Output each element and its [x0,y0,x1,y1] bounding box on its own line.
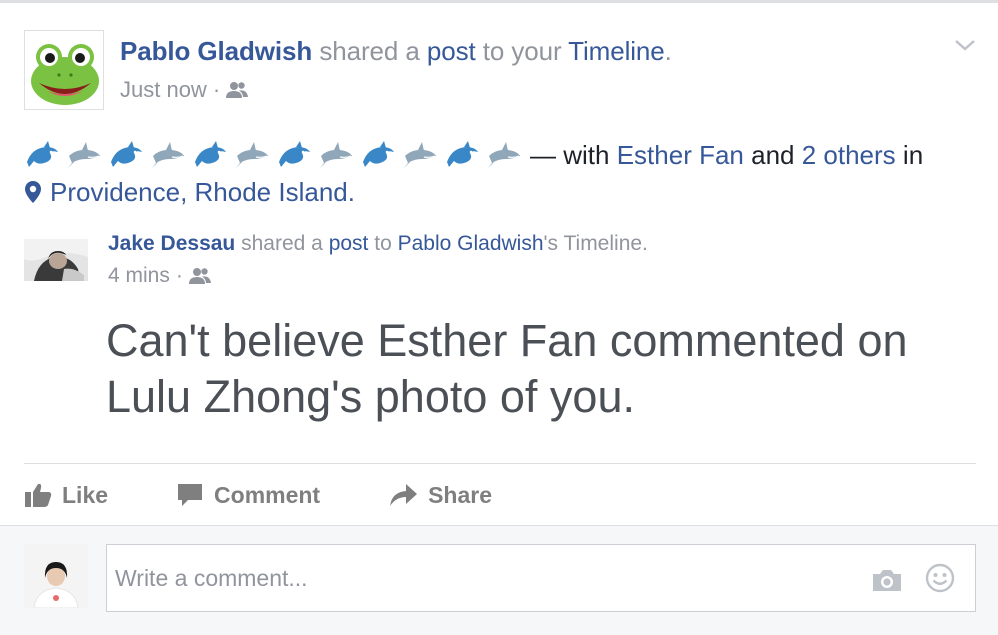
friends-icon[interactable] [226,81,249,99]
comment-label: Comment [214,481,321,508]
action-divider [24,463,976,464]
to-your-text: to your [482,36,562,66]
shared-author-avatar[interactable] [24,239,88,281]
dolphin-icon [111,141,142,167]
profile-photo-image [24,239,88,281]
tagged-person-link[interactable]: Esther Fan [617,140,744,171]
shared-post-link[interactable]: post [329,232,369,255]
shark-icon [152,142,184,168]
shared-author-link[interactable]: Jake Dessau [108,232,235,255]
thumbs-up-icon [25,483,52,507]
share-label: Share [428,481,493,508]
meta-separator: · [175,264,183,287]
dolphin-icon [27,141,58,167]
location-line: Providence, Rhode Island. [24,175,355,209]
feed-story-card: Pablo Gladwish shared a post to your Tim… [0,0,998,635]
shared-target-link[interactable]: Pablo Gladwish [398,232,544,255]
shared-post-meta: 4 mins · [108,264,211,288]
dolphin-icon [195,141,226,167]
camera-icon[interactable] [871,567,903,593]
comment-composer [0,525,998,635]
comment-input[interactable] [115,559,855,597]
and-text: and [751,139,795,170]
shark-icon [404,142,436,168]
author-name-link[interactable]: Pablo Gladwish [120,36,312,66]
share-button[interactable]: Share [388,482,492,509]
dolphin-icon [447,141,478,167]
post-link[interactable]: post [427,36,476,66]
shark-icon [488,142,520,168]
author-avatar[interactable] [24,30,104,110]
action-bar: Like Comment Share [24,475,492,515]
frog-avatar-image [25,31,103,109]
shared-a-text: shared a [319,36,420,66]
viewer-photo-image [24,544,88,608]
shared-timestamp-link[interactable]: 4 mins [108,264,170,288]
emoji-smiley-icon[interactable] [925,563,955,593]
viewer-avatar[interactable] [24,544,88,608]
timeline-suffix: 's Timeline. [543,232,648,255]
meta-separator: · [212,77,221,102]
chevron-down-icon[interactable] [954,37,976,53]
dolphin-emoji-row [24,140,522,170]
location-link[interactable]: Providence, Rhode Island. [50,177,355,208]
dolphin-icon [279,141,310,167]
post-body-line: — with Esther Fan and 2 others in [24,137,923,173]
comment-bubble-icon [178,484,203,506]
shared-post-header: Jake Dessau shared a post to Pablo Gladw… [108,232,648,256]
friends-icon[interactable] [188,267,211,285]
location-pin-icon [25,181,41,203]
share-arrow-icon [390,484,418,506]
to-text: to [374,232,392,255]
with-text: — with [530,139,610,170]
like-label: Like [62,481,109,508]
shark-icon [236,142,268,168]
story-meta: Just now · [120,77,249,103]
others-link[interactable]: 2 others [802,140,896,171]
timeline-link[interactable]: Timeline [568,36,665,66]
timestamp-link[interactable]: Just now [120,77,207,103]
comment-button[interactable]: Comment [176,482,320,509]
comment-box [106,544,976,612]
shared-post-message: Can't believe Esther Fan commented on Lu… [106,315,908,422]
like-button[interactable]: Like [24,482,108,509]
dolphin-icon [363,141,394,167]
header-period: . [664,36,672,66]
in-text: in [902,139,924,170]
shark-icon [320,142,352,168]
shared-a-text: shared a [241,232,323,255]
shark-icon [68,142,100,168]
story-header: Pablo Gladwish shared a post to your Tim… [120,36,672,67]
